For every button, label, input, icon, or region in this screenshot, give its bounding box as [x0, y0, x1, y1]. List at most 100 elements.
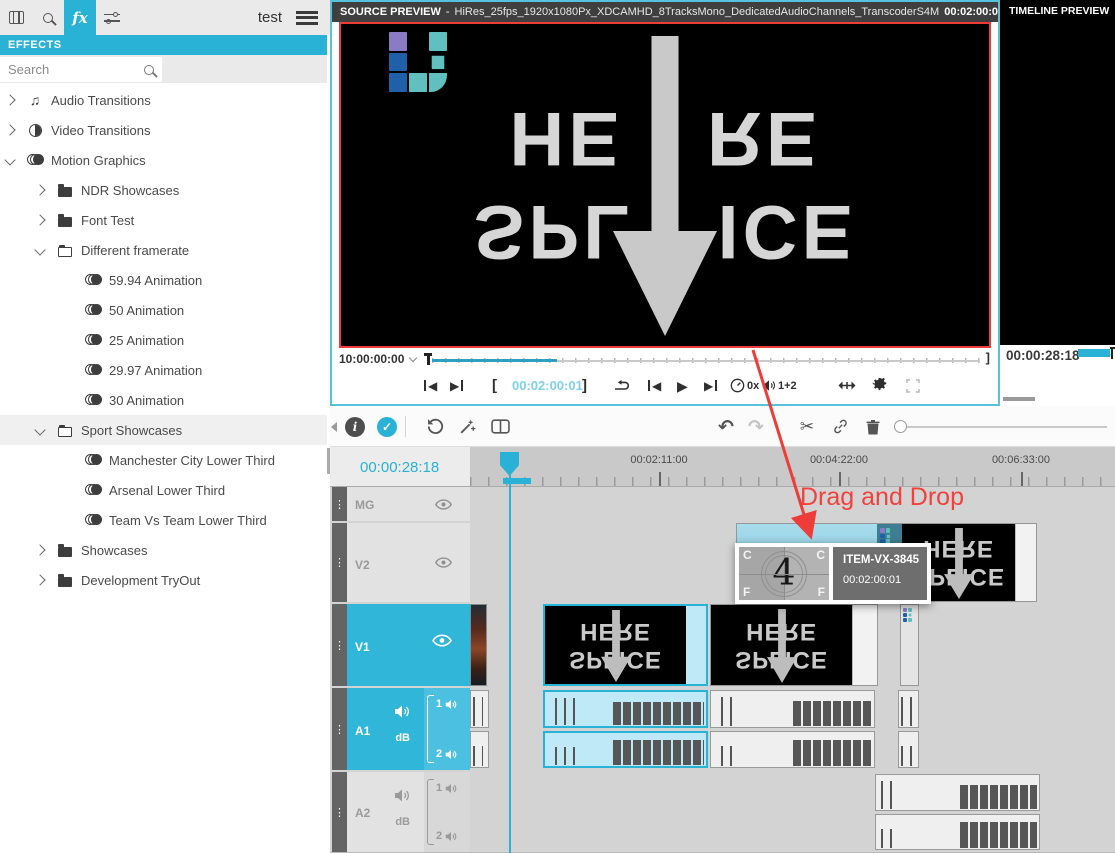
speaker-icon[interactable] — [394, 788, 410, 808]
track-a1-header[interactable]: A1 dB — [347, 688, 424, 770]
track-mg-header[interactable]: MG — [347, 487, 470, 521]
set-out-button[interactable]: ] — [582, 369, 587, 402]
track-drag-handle[interactable]: ⋮ — [332, 523, 347, 602]
tree-item-arsenal-lower-third[interactable]: Arsenal Lower Third — [0, 475, 327, 505]
tree-item-2997-animation[interactable]: 29.97 Animation — [0, 355, 327, 385]
timeline-playhead-line[interactable] — [509, 470, 511, 853]
effects-search-input[interactable]: Search — [0, 57, 162, 82]
track-v1-header[interactable]: V1 — [347, 604, 470, 686]
channel-1[interactable]: 1 — [436, 698, 457, 710]
approve-button[interactable]: ✓ — [372, 406, 402, 447]
tree-item-development-tryout[interactable]: Development TryOut — [0, 565, 327, 595]
loop-button[interactable] — [614, 369, 630, 402]
tree-item-audio-transitions[interactable]: ♫ Audio Transitions — [0, 85, 327, 115]
tree-item-25-animation[interactable]: 25 Animation — [0, 325, 327, 355]
tree-item-sport-showcases[interactable]: Sport Showcases — [0, 415, 327, 445]
tree-item-manchester-city-lower-third[interactable]: Manchester City Lower Third — [0, 445, 327, 475]
timeline-ruler[interactable]: 00:00:28:18 00:02:11:00 00:04:22:00 00:0… — [330, 447, 1115, 487]
channel-2[interactable]: 2 — [436, 830, 457, 842]
fullscreen-button[interactable] — [906, 369, 920, 402]
speaker-icon[interactable] — [394, 704, 410, 724]
link-button[interactable] — [826, 406, 854, 447]
redo-button[interactable]: ↷ — [742, 406, 770, 447]
track-a2-header[interactable]: A2 dB — [347, 772, 424, 852]
reset-button[interactable] — [420, 406, 450, 447]
track-drag-handle[interactable]: ⋮ — [332, 604, 347, 686]
scrubber-playhead[interactable] — [424, 353, 432, 365]
chevron-down-icon[interactable] — [409, 354, 417, 362]
track-v1-content[interactable]: SPLICEHERE SPLICEHERE — [470, 604, 1115, 686]
eye-icon[interactable] — [435, 555, 452, 573]
eye-icon[interactable] — [435, 497, 452, 515]
track-mg-content[interactable] — [470, 487, 1115, 521]
cut-button[interactable]: ✂ — [793, 406, 821, 447]
track-v2-header[interactable]: V2 — [347, 523, 470, 602]
a1-clip-2[interactable] — [710, 690, 875, 768]
a1-clip-small[interactable] — [470, 690, 489, 768]
a1-clip-1[interactable] — [543, 690, 708, 768]
v1-clip-3[interactable] — [900, 604, 919, 686]
tree-item-30-animation[interactable]: 30 Animation — [0, 385, 327, 415]
chevron-right-icon[interactable] — [34, 184, 45, 195]
tree-item-font-test[interactable]: Font Test — [0, 205, 327, 235]
drag-ghost[interactable]: 4 C C F F ITEM-VX-3845 00:02:00:01 — [735, 543, 931, 604]
undo-button[interactable]: ↶ — [712, 406, 740, 447]
timeline-zoom-slider[interactable] — [895, 426, 1107, 428]
source-scrubber[interactable]: ] — [424, 351, 990, 367]
a1-clip-3[interactable] — [898, 690, 919, 768]
eye-icon[interactable] — [432, 634, 452, 652]
track-drag-handle[interactable]: ⋮ — [332, 487, 347, 521]
goto-in-button[interactable]: ◀ — [424, 369, 437, 402]
settings-tab-button[interactable] — [96, 0, 128, 35]
chevron-down-icon[interactable] — [34, 424, 45, 435]
tree-item-ndr-showcases[interactable]: NDR Showcases — [0, 175, 327, 205]
channel-2[interactable]: 2 — [436, 748, 457, 760]
v1-clip-small[interactable] — [470, 604, 487, 686]
goto-out-button[interactable]: ▶ — [450, 369, 463, 402]
track-a1-content[interactable] — [470, 688, 1115, 770]
delete-button[interactable] — [859, 406, 887, 447]
chevron-down-icon[interactable] — [34, 244, 45, 255]
settings-button[interactable] — [872, 369, 887, 402]
channel-1[interactable]: 1 — [436, 782, 457, 794]
audio-channels-button[interactable]: 1+2 — [762, 369, 797, 402]
tree-item-motion-graphics[interactable]: Motion Graphics — [0, 145, 327, 175]
collapse-panel-icon[interactable] — [331, 422, 337, 432]
set-in-button[interactable]: [ — [492, 369, 497, 402]
track-drag-handle[interactable]: ⋮ — [332, 688, 347, 770]
panels-button[interactable] — [0, 0, 32, 35]
menu-icon[interactable] — [296, 11, 318, 25]
a2-clip[interactable] — [875, 774, 1040, 850]
chevron-right-icon[interactable] — [34, 214, 45, 225]
timeline-preview-viewport[interactable] — [1000, 22, 1115, 345]
source-video-viewport[interactable]: SPLICE HERE — [339, 22, 991, 348]
zoom-slider-handle[interactable] — [894, 420, 907, 433]
chevron-right-icon[interactable] — [34, 544, 45, 555]
v1-clip-2[interactable]: SPLICEHERE — [710, 604, 878, 686]
tree-item-5994-animation[interactable]: 59.94 Animation — [0, 265, 327, 295]
play-button[interactable]: ▶ — [677, 369, 688, 402]
tree-item-team-vs-team-lower-third[interactable]: Team Vs Team Lower Third — [0, 505, 327, 535]
gain-label[interactable]: dB — [395, 732, 410, 744]
chevron-down-icon[interactable] — [4, 154, 15, 165]
track-a2-content[interactable] — [470, 772, 1115, 852]
tree-item-50-animation[interactable]: 50 Animation — [0, 295, 327, 325]
horizontal-scrollbar[interactable] — [1003, 397, 1035, 401]
prev-frame-button[interactable]: ◀ — [648, 369, 661, 402]
tree-item-showcases[interactable]: Showcases — [0, 535, 327, 565]
trim-mode-button[interactable] — [838, 369, 856, 402]
effects-wand-button[interactable] — [452, 406, 482, 447]
tree-item-video-transitions[interactable]: Video Transitions — [0, 115, 327, 145]
playback-speed-button[interactable]: 0x — [730, 369, 759, 402]
chevron-right-icon[interactable] — [4, 124, 15, 135]
search-tab-button[interactable] — [32, 0, 64, 35]
split-view-button[interactable] — [485, 406, 515, 447]
preview-playhead[interactable] — [1110, 347, 1115, 359]
effects-tab-button[interactable]: fx — [64, 0, 96, 35]
tree-item-different-framerate[interactable]: Different framerate — [0, 235, 327, 265]
chevron-right-icon[interactable] — [4, 94, 15, 105]
v1-clip-1[interactable]: SPLICEHERE — [543, 604, 708, 686]
next-frame-button[interactable]: ▶ — [704, 369, 717, 402]
info-button[interactable]: i — [340, 406, 370, 447]
track-drag-handle[interactable]: ⋮ — [332, 772, 347, 852]
